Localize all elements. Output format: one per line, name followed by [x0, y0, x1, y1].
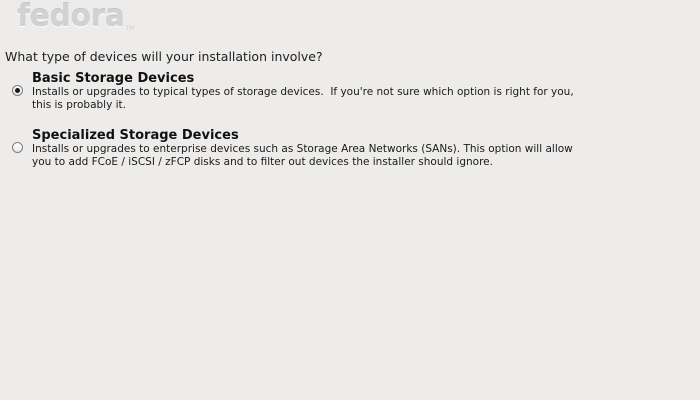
specialized-storage-title: Specialized Storage Devices — [32, 128, 239, 143]
device-type-question: What type of devices will your installat… — [5, 49, 323, 64]
specialized-storage-description: Installs or upgrades to enterprise devic… — [32, 143, 573, 168]
basic-storage-text: Basic Storage Devices Installs or upgrad… — [32, 71, 662, 112]
specialized-storage-text: Specialized Storage Devices Installs or … — [32, 128, 662, 169]
specialized-storage-radio[interactable] — [12, 142, 23, 153]
option-basic-storage[interactable]: Basic Storage Devices Installs or upgrad… — [12, 71, 662, 112]
basic-storage-title: Basic Storage Devices — [32, 71, 195, 86]
basic-storage-description: Installs or upgrades to typical types of… — [32, 86, 574, 111]
fedora-logo-text: fedora — [17, 0, 125, 34]
trademark-mark: TM — [125, 25, 135, 32]
option-specialized-storage[interactable]: Specialized Storage Devices Installs or … — [12, 128, 662, 169]
basic-storage-radio[interactable] — [12, 85, 23, 96]
fedora-logo: fedora TM — [17, 0, 134, 34]
